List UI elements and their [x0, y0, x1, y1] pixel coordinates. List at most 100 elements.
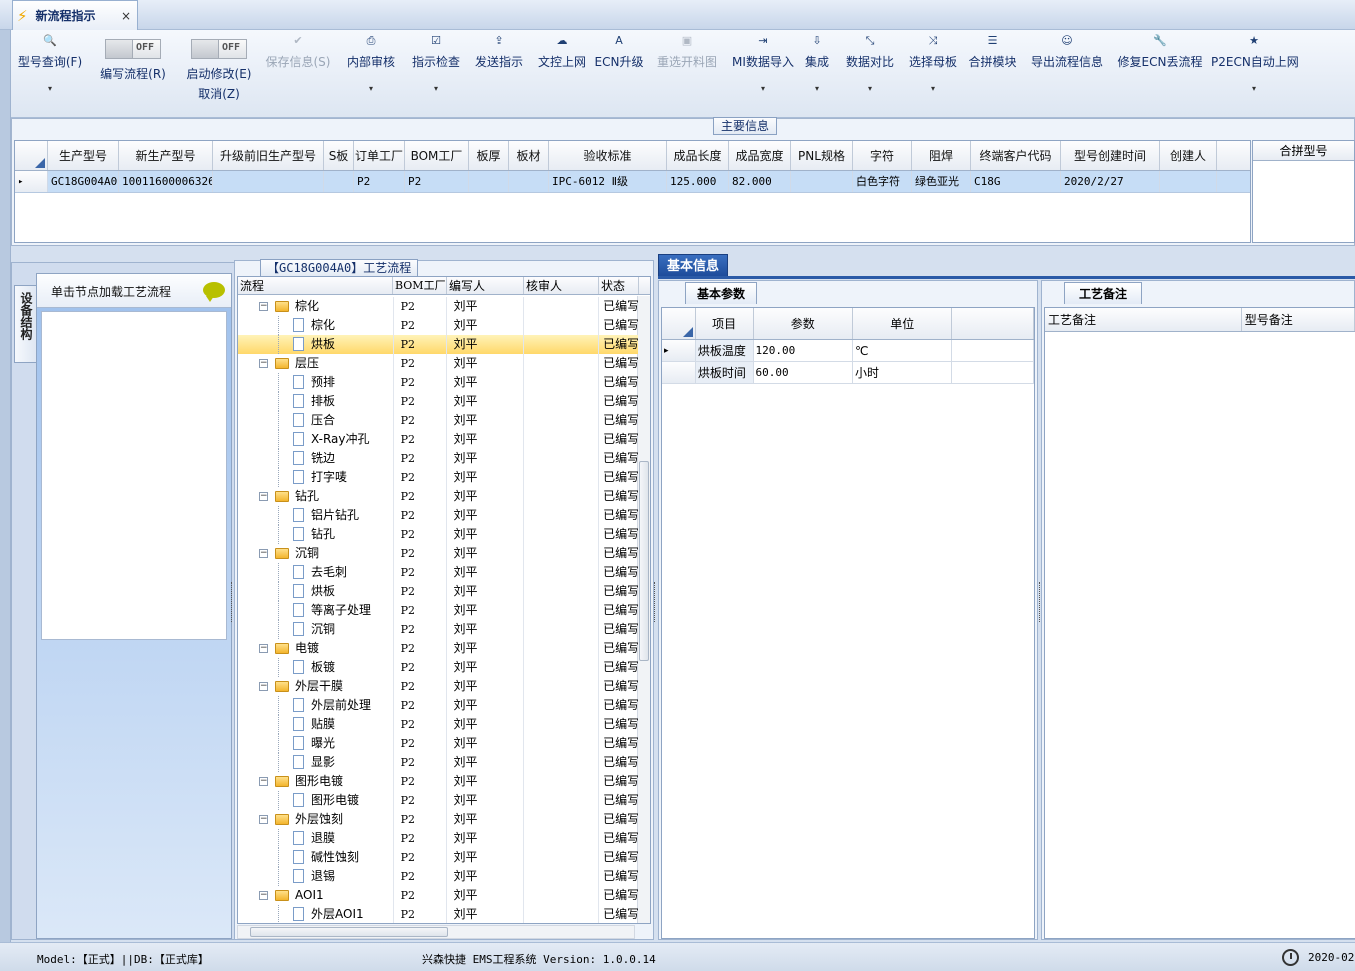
scrollbar-thumb[interactable]: [639, 461, 649, 661]
chevron-down-icon[interactable]: ▾: [341, 84, 401, 93]
expand-toggle-icon[interactable]: −: [259, 549, 268, 558]
toolbar-button-7[interactable]: ☁ 文控上网: [532, 30, 592, 70]
column-header[interactable]: 成品宽度: [729, 141, 791, 170]
toggle-switch[interactable]: OFF: [191, 39, 247, 59]
tree-row[interactable]: − 图形电镀 P2 刘平 已编写: [238, 772, 638, 791]
tree-node[interactable]: 打字唛: [238, 468, 393, 487]
vertical-scrollbar[interactable]: [637, 296, 650, 923]
tree-node[interactable]: 退膜: [238, 829, 393, 848]
toolbar-button-1[interactable]: OFF 编写流程(R): [93, 30, 173, 82]
tree-node[interactable]: 铝片钻孔: [238, 506, 393, 525]
tree-row[interactable]: 烘板 P2 刘平 已编写: [238, 582, 638, 601]
tree-node[interactable]: 板镀: [238, 658, 393, 677]
expand-toggle-icon[interactable]: −: [259, 891, 268, 900]
tab-basic-info[interactable]: 基本信息: [658, 254, 728, 277]
column-header[interactable]: 流程: [238, 277, 393, 294]
toolbar-button-2[interactable]: OFF 启动修改(E) 取消(Z): [178, 30, 260, 102]
tree-row[interactable]: 外层AOI1 P2 刘平 已编写: [238, 905, 638, 923]
tree-node[interactable]: 去毛刺: [238, 563, 393, 582]
column-header[interactable]: 项目: [696, 308, 754, 339]
toolbar-button-11[interactable]: ⇩ 集成 ▾: [799, 30, 835, 93]
tree-row[interactable]: − 层压 P2 刘平 已编写: [238, 354, 638, 373]
toolbar-button-14[interactable]: ☰ 合拼模块: [965, 30, 1020, 70]
tree-node[interactable]: 图形电镀: [238, 791, 393, 810]
splitter-grip[interactable]: [1039, 582, 1042, 622]
toolbar-button-8[interactable]: A ECN升级: [594, 30, 644, 70]
column-header[interactable]: 板材: [509, 141, 549, 170]
tree-row[interactable]: 曝光 P2 刘平 已编写: [238, 734, 638, 753]
table-cell[interactable]: IPC-6012 Ⅱ级: [549, 171, 667, 192]
table-cell[interactable]: GC18G004A0: [48, 171, 119, 192]
column-header[interactable]: 单位: [853, 308, 953, 339]
close-tab-icon[interactable]: ×: [121, 9, 131, 23]
splitter-grip[interactable]: [231, 582, 234, 622]
column-header[interactable]: 订单工厂: [354, 141, 405, 170]
table-cell[interactable]: P2: [405, 171, 469, 192]
column-header[interactable]: S板: [324, 141, 354, 170]
tree-row[interactable]: − 沉铜 P2 刘平 已编写: [238, 544, 638, 563]
column-header[interactable]: PNL规格: [791, 141, 853, 170]
expand-toggle-icon[interactable]: −: [259, 682, 268, 691]
tree-row[interactable]: − 钻孔 P2 刘平 已编写: [238, 487, 638, 506]
tree-row[interactable]: 图形电镀 P2 刘平 已编写: [238, 791, 638, 810]
tree-node[interactable]: X-Ray冲孔: [238, 430, 393, 449]
tree-node[interactable]: 沉铜: [238, 620, 393, 639]
tree-node[interactable]: 预排: [238, 373, 393, 392]
column-header[interactable]: 型号创建时间: [1061, 141, 1160, 170]
toolbar-button-16[interactable]: 🔧 修复ECN丢流程: [1115, 30, 1205, 70]
column-header[interactable]: BOM工厂: [393, 277, 447, 294]
param-value[interactable]: 60.00: [754, 362, 853, 383]
tree-row[interactable]: − AOI1 P2 刘平 已编写: [238, 886, 638, 905]
expand-toggle-icon[interactable]: −: [259, 815, 268, 824]
row-selector[interactable]: ▸: [15, 171, 48, 192]
tree-node[interactable]: 压合: [238, 411, 393, 430]
tree-node[interactable]: 显影: [238, 753, 393, 772]
expand-toggle-icon[interactable]: −: [259, 777, 268, 786]
tab-basic-params[interactable]: 基本参数: [685, 282, 757, 304]
toolbar-button-10[interactable]: ⇥ MI数据导入 ▾: [727, 30, 799, 93]
tree-node[interactable]: − 钻孔: [238, 487, 393, 506]
chevron-down-icon[interactable]: ▾: [840, 84, 900, 93]
tree-node[interactable]: 外层AOI1: [238, 905, 393, 923]
tree-node[interactable]: − 沉铜: [238, 544, 393, 563]
table-cell[interactable]: 10011600006326: [119, 171, 213, 192]
tree-node[interactable]: 铣边: [238, 449, 393, 468]
toggle-knob[interactable]: [192, 40, 219, 58]
tree-row[interactable]: 退膜 P2 刘平 已编写: [238, 829, 638, 848]
table-row[interactable]: 烘板时间 60.00 小时: [662, 362, 1034, 384]
table-cell[interactable]: C18G: [971, 171, 1061, 192]
table-cell[interactable]: [509, 171, 549, 192]
tree-node[interactable]: − 电镀: [238, 639, 393, 658]
column-header[interactable]: BOM工厂: [405, 141, 469, 170]
tree-row[interactable]: 棕化 P2 刘平 已编写: [238, 316, 638, 335]
horizontal-scrollbar[interactable]: [237, 925, 635, 939]
table-cell[interactable]: [791, 171, 853, 192]
tree-row[interactable]: 铣边 P2 刘平 已编写: [238, 449, 638, 468]
tree-node[interactable]: 棕化: [238, 316, 393, 335]
expand-toggle-icon[interactable]: −: [259, 302, 268, 311]
table-cell[interactable]: [324, 171, 354, 192]
toolbar-button-3[interactable]: ✔ 保存信息(S): [259, 30, 337, 70]
tree-node[interactable]: − 外层蚀刻: [238, 810, 393, 829]
chevron-down-icon[interactable]: ▾: [406, 84, 466, 93]
splitter-grip[interactable]: [654, 582, 657, 622]
column-header[interactable]: 参数: [754, 308, 853, 339]
toggle-switch[interactable]: OFF: [105, 39, 161, 59]
tree-row[interactable]: 显影 P2 刘平 已编写: [238, 753, 638, 772]
tree-node[interactable]: − 层压: [238, 354, 393, 373]
toolbar-button-17[interactable]: ★ P2ECN自动上网 ▾: [1211, 30, 1299, 93]
tree-row[interactable]: 贴膜 P2 刘平 已编写: [238, 715, 638, 734]
tree-row[interactable]: 钻孔 P2 刘平 已编写: [238, 525, 638, 544]
row-selector[interactable]: ▸: [662, 340, 696, 361]
tree-node[interactable]: 烘板: [238, 335, 393, 354]
tab-process-notes[interactable]: 工艺备注: [1064, 282, 1142, 304]
tree-node[interactable]: − 外层干膜: [238, 677, 393, 696]
param-unit[interactable]: ℃: [853, 340, 953, 361]
toolbar-button-12[interactable]: ⤡ 数据对比 ▾: [840, 30, 900, 93]
chevron-down-icon[interactable]: ▾: [11, 84, 89, 93]
column-header[interactable]: 成品长度: [667, 141, 729, 170]
column-header[interactable]: 字符: [853, 141, 912, 170]
tree-row[interactable]: 烘板 P2 刘平 已编写: [238, 335, 638, 354]
table-row[interactable]: ▸ GC18G004A0 10011600006326 P2 P2 IPC-6012 Ⅱ级…: [15, 171, 1250, 193]
tree-row[interactable]: 等离子处理 P2 刘平 已编写: [238, 601, 638, 620]
